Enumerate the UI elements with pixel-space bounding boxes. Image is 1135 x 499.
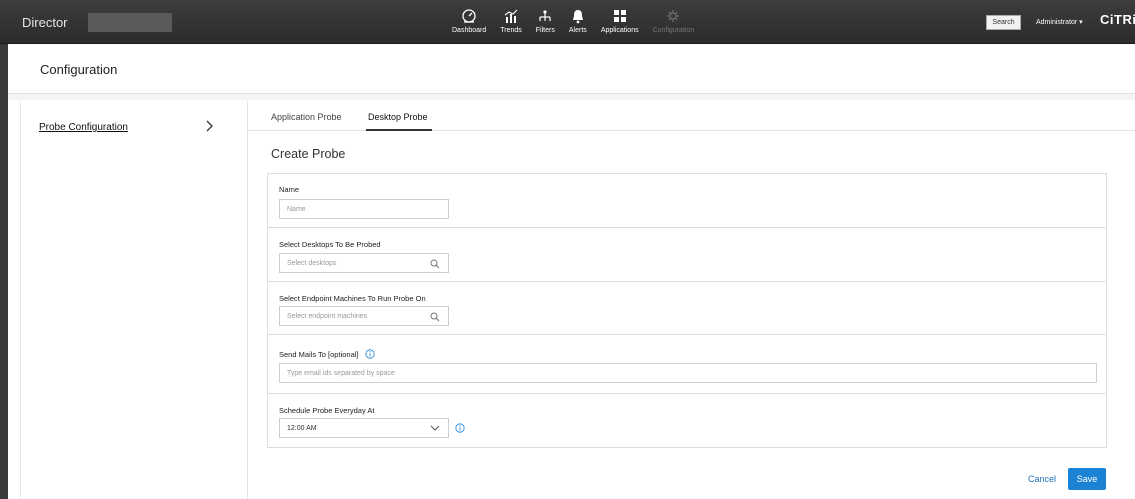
schedule-time-value: 12:00 AM bbox=[287, 424, 317, 432]
save-button[interactable]: Save bbox=[1068, 468, 1106, 490]
nav-alerts[interactable]: Alerts bbox=[569, 8, 587, 34]
search-icon[interactable] bbox=[430, 259, 440, 269]
form-title: Create Probe bbox=[271, 147, 346, 161]
mails-label-row: Send Mails To [optional] bbox=[279, 349, 375, 359]
mails-label: Send Mails To [optional] bbox=[279, 349, 359, 359]
page-title: Configuration bbox=[40, 62, 118, 77]
name-section: Name Name bbox=[268, 174, 1106, 228]
bell-icon bbox=[572, 10, 583, 24]
sidebar: Probe Configuration bbox=[20, 101, 248, 499]
schedule-section: Schedule Probe Everyday At 12:00 AM bbox=[268, 394, 1106, 447]
chevron-down-icon[interactable] bbox=[430, 425, 440, 432]
mails-input[interactable]: Type email ids separated by space bbox=[279, 363, 1097, 383]
desktops-search-input[interactable]: Select desktops bbox=[279, 253, 449, 273]
page-header: Configuration bbox=[8, 44, 1135, 94]
mails-section: Send Mails To [optional] Type email ids … bbox=[268, 335, 1106, 394]
name-label: Name bbox=[279, 185, 300, 194]
main-content: Application Probe Desktop Probe Create P… bbox=[248, 101, 1135, 499]
endpoints-placeholder: Select endpoint machines bbox=[287, 312, 368, 320]
gear-icon bbox=[667, 10, 680, 22]
endpoints-search-input[interactable]: Select endpoint machines bbox=[279, 306, 449, 326]
desktops-placeholder: Select desktops bbox=[287, 259, 337, 267]
tab-application-probe[interactable]: Application Probe bbox=[271, 112, 342, 122]
main-nav: Dashboard Trends Filters Alerts Applicat… bbox=[452, 8, 708, 34]
info-icon[interactable] bbox=[455, 423, 465, 433]
dashboard-icon bbox=[462, 9, 476, 23]
divider bbox=[8, 94, 1135, 100]
filters-icon bbox=[539, 10, 551, 21]
top-header-bar: Director Dashboard Trends Filters Alerts… bbox=[0, 0, 1135, 44]
site-selector[interactable] bbox=[88, 13, 172, 32]
create-probe-form: Name Name Select Desktops To Be Probed S… bbox=[267, 173, 1107, 448]
chevron-right-icon[interactable] bbox=[203, 119, 215, 133]
left-edge-strip bbox=[0, 44, 8, 499]
applications-icon bbox=[613, 10, 626, 22]
nav-applications[interactable]: Applications bbox=[601, 8, 639, 34]
tab-bar: Application Probe Desktop Probe bbox=[248, 101, 1135, 131]
search-button[interactable]: Search bbox=[986, 15, 1021, 30]
cancel-button[interactable]: Cancel bbox=[1028, 474, 1056, 484]
sidebar-item-probe-configuration[interactable]: Probe Configuration bbox=[39, 122, 128, 133]
tab-desktop-probe[interactable]: Desktop Probe bbox=[368, 112, 428, 122]
desktops-label: Select Desktops To Be Probed bbox=[279, 240, 381, 249]
desktops-section: Select Desktops To Be Probed Select desk… bbox=[268, 228, 1106, 282]
citrix-logo: CiTRiX bbox=[1100, 12, 1135, 27]
user-menu[interactable]: Administrator ▾ bbox=[1036, 18, 1083, 26]
schedule-time-select[interactable]: 12:00 AM bbox=[279, 418, 449, 438]
nav-configuration[interactable]: Configuration bbox=[653, 8, 694, 34]
name-input[interactable]: Name bbox=[279, 199, 449, 219]
trends-icon bbox=[504, 9, 518, 23]
nav-dashboard[interactable]: Dashboard bbox=[452, 8, 486, 34]
search-icon[interactable] bbox=[430, 312, 440, 322]
nav-trends[interactable]: Trends bbox=[500, 8, 522, 34]
schedule-label: Schedule Probe Everyday At bbox=[279, 406, 375, 415]
app-title: Director bbox=[22, 15, 68, 30]
endpoints-section: Select Endpoint Machines To Run Probe On… bbox=[268, 282, 1106, 335]
endpoints-label: Select Endpoint Machines To Run Probe On bbox=[279, 294, 426, 303]
active-tab-indicator bbox=[366, 129, 432, 131]
nav-filters[interactable]: Filters bbox=[536, 8, 555, 34]
info-icon[interactable] bbox=[364, 349, 375, 359]
